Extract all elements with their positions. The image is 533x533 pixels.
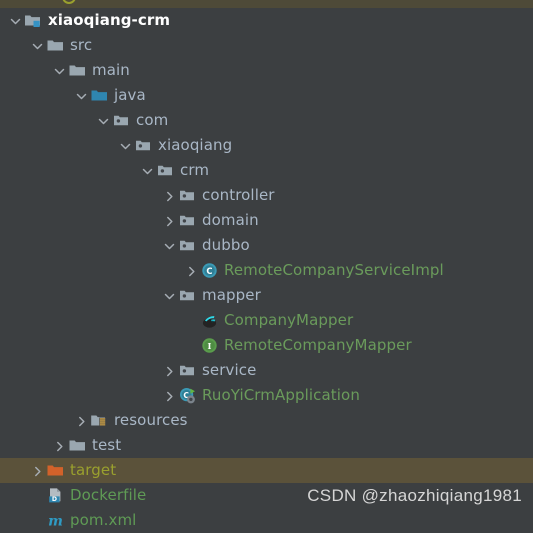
package-folder-icon: [178, 186, 197, 205]
tree-row-ruoyicrmapplication[interactable]: C RuoYiCrmApplication: [0, 383, 533, 408]
chevron-right-icon[interactable]: [160, 183, 178, 208]
tree-row-label: target: [70, 461, 117, 479]
tree-row-test[interactable]: test: [0, 433, 533, 458]
chevron-down-icon[interactable]: [28, 33, 46, 58]
package-folder-icon: [134, 136, 153, 155]
tree-row-crm[interactable]: crm: [0, 158, 533, 183]
module-folder-icon: [24, 11, 43, 30]
csdn-watermark: CSDN @zhaozhiqiang1981: [307, 486, 522, 505]
chevron-right-icon[interactable]: [50, 433, 68, 458]
tree-row-domain[interactable]: domain: [0, 208, 533, 233]
package-folder-icon: [112, 111, 131, 130]
tree-row-label: RemoteCompanyMapper: [224, 336, 412, 354]
excluded-folder-icon: [46, 461, 65, 480]
folder-icon: [46, 36, 65, 55]
tree-row-label: xiaoqiang-crm: [48, 11, 171, 29]
chevron-down-icon[interactable]: [160, 283, 178, 308]
tree-row-mapper[interactable]: mapper: [0, 283, 533, 308]
tree-row-xiaoqiang-crm[interactable]: xiaoqiang-crm: [0, 8, 533, 33]
tree-row-label: java: [114, 86, 146, 104]
maven-pom-icon: m: [46, 511, 65, 530]
folder-icon: [68, 436, 87, 455]
clipped-row-above: [0, 0, 533, 8]
java-class-icon: C: [200, 261, 219, 280]
folder-icon: [68, 61, 87, 80]
tree-row-label: CompanyMapper: [224, 311, 354, 329]
tree-row-src[interactable]: src: [0, 33, 533, 58]
dockerfile-icon: D: [46, 486, 65, 505]
resources-root-folder-icon: [90, 411, 109, 430]
tree-row-main[interactable]: main: [0, 58, 533, 83]
project-tree-panel: xiaoqiang-crm src main java com xiaoqiang crm c…: [0, 0, 533, 533]
tree-row-dubbo[interactable]: dubbo: [0, 233, 533, 258]
package-folder-icon: [156, 161, 175, 180]
tree-row-xiaoqiang[interactable]: xiaoqiang: [0, 133, 533, 158]
tree-row-label: domain: [202, 211, 259, 229]
chevron-right-icon[interactable]: [160, 358, 178, 383]
chevron-right-icon[interactable]: [72, 408, 90, 433]
chevron-right-icon[interactable]: [160, 208, 178, 233]
tree-row-java[interactable]: java: [0, 83, 533, 108]
chevron-down-icon[interactable]: [6, 8, 24, 33]
chevron-down-icon[interactable]: [138, 158, 156, 183]
tree-row-label: dubbo: [202, 236, 250, 254]
svg-text:C: C: [206, 266, 212, 276]
tree-row-label: com: [136, 111, 169, 129]
tree-row-com[interactable]: com: [0, 108, 533, 133]
tree-row-label: src: [70, 36, 93, 54]
tree-row-service[interactable]: service: [0, 358, 533, 383]
project-file-tree[interactable]: xiaoqiang-crm src main java com xiaoqiang crm c…: [0, 8, 533, 533]
tree-row-label: Dockerfile: [70, 486, 147, 504]
chevron-down-icon[interactable]: [160, 233, 178, 258]
chevron-down-icon[interactable]: [116, 133, 134, 158]
tree-row-controller[interactable]: controller: [0, 183, 533, 208]
package-folder-icon: [178, 236, 197, 255]
svg-text:D: D: [52, 496, 57, 503]
tree-row-resources[interactable]: resources: [0, 408, 533, 433]
chevron-right-icon[interactable]: [182, 258, 200, 283]
tree-row-remotecompanyserviceimpl[interactable]: C RemoteCompanyServiceImpl: [0, 258, 533, 283]
tree-row-label: RuoYiCrmApplication: [202, 386, 360, 404]
tree-row-remotecompanymapper[interactable]: I RemoteCompanyMapper: [0, 333, 533, 358]
tree-row-label: service: [202, 361, 257, 379]
tree-row-label: controller: [202, 186, 275, 204]
tree-row-label: xiaoqiang: [158, 136, 233, 154]
package-folder-icon: [178, 361, 197, 380]
tree-row-pom-xml[interactable]: m pom.xml: [0, 508, 533, 533]
tree-row-label: RemoteCompanyServiceImpl: [224, 261, 444, 279]
package-folder-icon: [178, 286, 197, 305]
mybatis-mapper-icon: [200, 311, 219, 330]
tree-row-label: main: [92, 61, 130, 79]
tree-row-target[interactable]: target: [0, 458, 533, 483]
svg-text:I: I: [208, 341, 212, 351]
source-root-folder-icon: [90, 86, 109, 105]
tree-row-label: pom.xml: [70, 511, 137, 529]
chevron-right-icon[interactable]: [160, 383, 178, 408]
chevron-right-icon[interactable]: [28, 458, 46, 483]
tree-row-label: mapper: [202, 286, 261, 304]
tree-row-label: test: [92, 436, 122, 454]
chevron-down-icon[interactable]: [72, 83, 90, 108]
svg-text:m: m: [48, 513, 63, 529]
package-folder-icon: [178, 211, 197, 230]
partial-icon: [62, 0, 76, 4]
tree-row-companymapper[interactable]: CompanyMapper: [0, 308, 533, 333]
spring-boot-run-class-icon: C: [178, 386, 197, 405]
tree-row-label: resources: [114, 411, 188, 429]
chevron-down-icon[interactable]: [50, 58, 68, 83]
chevron-down-icon[interactable]: [94, 108, 112, 133]
java-interface-icon: I: [200, 336, 219, 355]
tree-row-label: crm: [180, 161, 210, 179]
